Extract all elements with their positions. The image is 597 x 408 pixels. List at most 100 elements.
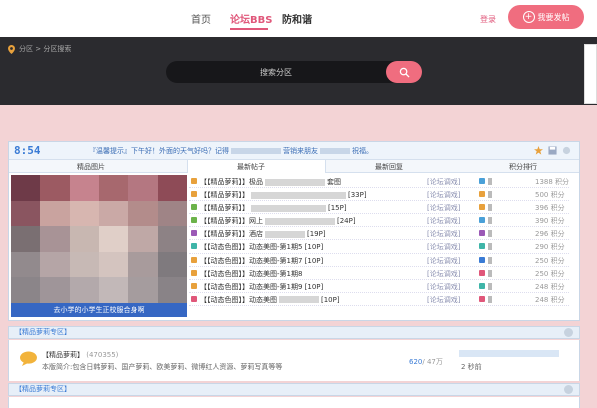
tab-latest-posts[interactable]: 最新帖子	[237, 162, 265, 172]
login-link[interactable]: 登录	[480, 14, 496, 25]
post-title[interactable]: 【【精品萝莉】】极品 套图	[200, 177, 341, 187]
post-type-icon	[191, 295, 197, 302]
post-title[interactable]: 【【精品萝莉】】 [15P]	[200, 203, 347, 213]
forum-today: 620	[409, 358, 423, 366]
post-title-text[interactable]: 【【精品萝莉】】	[200, 191, 249, 199]
forum-row[interactable]: 【精品萝莉】 (470355) 本版简介:包含日韩萝莉、国产萝莉、欧美萝莉、微博…	[8, 340, 580, 381]
plus-icon: +	[522, 11, 535, 23]
post-title[interactable]: 【【动态色图】】动态美图-第1期8	[200, 269, 302, 279]
post-row[interactable]: 【【动态色图】】动态美图-第1期5 [10P] [论坛调戏] 290 积分	[189, 240, 569, 254]
post-row[interactable]: 【【精品萝莉】】极品 套图 [论坛调戏] 1388 积分	[189, 175, 569, 189]
post-type-icon	[191, 243, 197, 250]
post-title[interactable]: 【【精品萝莉】】 [33P]	[200, 190, 367, 200]
top-nav: 首页 论坛BBS 防和谐 登录 + 我要发帖	[0, 0, 597, 37]
post-title[interactable]: 【【动态色图】】动态美图 [10P]	[200, 295, 340, 305]
nav-defense[interactable]: 防和谐	[282, 11, 312, 26]
user-level-icon	[479, 204, 485, 211]
post-category[interactable]: [论坛调戏]	[427, 229, 460, 239]
post-title[interactable]: 【【精品萝莉】】网上 [24P]	[200, 216, 356, 226]
post-title-blur	[251, 204, 326, 212]
tab-points-ranking[interactable]: 积分排行	[509, 162, 537, 172]
user-score: 250 积分	[535, 269, 565, 278]
section-header-2[interactable]: 【精品萝莉专区】	[8, 383, 580, 396]
user-score: 250 积分	[535, 256, 565, 265]
post-type-icon	[191, 282, 197, 289]
forum-stats: 620/ 47万	[409, 357, 443, 367]
settings-icon[interactable]	[562, 146, 571, 155]
post-category[interactable]: [论坛调戏]	[427, 282, 460, 292]
forum-title[interactable]: 【精品萝莉】	[42, 351, 84, 359]
new-post-button[interactable]: + 我要发帖	[508, 5, 584, 29]
post-category[interactable]: [论坛调戏]	[427, 256, 460, 266]
section-header[interactable]: 【精品萝莉专区】	[8, 326, 580, 339]
forum-name[interactable]: 【精品萝莉】 (470355)	[42, 350, 118, 360]
post-row[interactable]: 【【动态色图】】动态美图-第1期9 [10P] [论坛调戏] 248 积分	[189, 280, 569, 293]
user-level-icon	[479, 230, 485, 237]
post-category[interactable]: [论坛调戏]	[427, 242, 460, 252]
nav-home[interactable]: 首页	[191, 11, 211, 26]
search-placeholder: 搜索分区	[260, 67, 292, 77]
panel-header: 8:54 『温馨提示』下午好！外面的天气好吗？记得 营销来朋友 祝福。	[9, 142, 579, 160]
post-row[interactable]: 【【精品萝莉】】 [15P] [论坛调戏] 396 积分	[189, 201, 569, 215]
post-title-text[interactable]: 【【精品萝莉】】极品	[200, 178, 263, 186]
tab-latest-replies[interactable]: 最新回复	[375, 162, 403, 172]
post-title[interactable]: 【【动态色图】】动态美图-第1期9 [10P]	[200, 282, 323, 292]
post-title-text[interactable]: 【【精品萝莉】】酒店	[200, 230, 263, 238]
post-title-text[interactable]: 【【精品萝莉】】网上	[200, 217, 263, 225]
post-title-blur	[251, 191, 346, 199]
tip-middle: 营销来朋友	[283, 147, 318, 155]
tip-prefix: 『温馨提示』下午好！外面的天气好吗？记得	[89, 147, 229, 155]
post-title[interactable]: 【【动态色图】】动态美图-第1期5 [10P]	[200, 242, 323, 252]
user-level-icon	[479, 282, 485, 289]
post-title-text[interactable]: 【【动态色图】】动态美图	[200, 296, 277, 304]
side-popup	[584, 44, 597, 104]
post-category[interactable]: [论坛调戏]	[427, 203, 460, 213]
nav-bbs[interactable]: 论坛BBS	[230, 11, 272, 26]
user-level-icon	[479, 269, 485, 276]
section-title-2: 【精品萝莉专区】	[15, 385, 71, 393]
post-title-text[interactable]: 【【动态色图】】动态美图-第1期7 [10P]	[200, 257, 323, 265]
panel-tabs: 精品图片 最新帖子 最新回复 积分排行	[9, 160, 579, 173]
post-type-icon	[191, 269, 197, 276]
user-score: 296 积分	[535, 230, 565, 239]
post-category[interactable]: [论坛调戏]	[427, 177, 460, 187]
user-score: 396 积分	[535, 204, 565, 213]
post-category[interactable]: [论坛调戏]	[427, 190, 460, 200]
post-title-blur	[279, 296, 319, 304]
post-title-text[interactable]: 【【精品萝莉】】	[200, 204, 249, 212]
last-post-blur	[459, 350, 559, 357]
collapse-icon[interactable]	[564, 328, 573, 337]
last-post-time: 2 秒前	[461, 363, 482, 371]
breadcrumb: 分区 > 分区搜索	[8, 44, 71, 54]
image-caption[interactable]: 去小学的小学生正校服合身啊	[11, 303, 187, 317]
tip-blur-2	[320, 148, 350, 154]
post-title[interactable]: 【【精品萝莉】】酒店 [19P]	[200, 229, 326, 239]
post-row[interactable]: 【【动态色图】】动态美图-第1期7 [10P] [论坛调戏] 250 积分	[189, 254, 569, 267]
collapse-icon-2[interactable]	[564, 385, 573, 394]
post-title-text[interactable]: 【【动态色图】】动态美图-第1期8	[200, 270, 302, 278]
post-category[interactable]: [论坛调戏]	[427, 216, 460, 226]
save-icon[interactable]	[548, 146, 557, 155]
username-blur	[488, 191, 492, 199]
post-category[interactable]: [论坛调戏]	[427, 269, 460, 279]
post-title-text[interactable]: 【【动态色图】】动态美图-第1期9 [10P]	[200, 283, 323, 291]
post-row[interactable]: 【【动态色图】】动态美图-第1期8 [论坛调戏] 250 积分	[189, 267, 569, 280]
post-title[interactable]: 【【动态色图】】动态美图-第1期7 [10P]	[200, 256, 323, 266]
post-title-text[interactable]: 【【动态色图】】动态美图-第1期5 [10P]	[200, 243, 323, 251]
breadcrumb-text[interactable]: 分区 > 分区搜索	[19, 44, 71, 54]
post-row[interactable]: 【【动态色图】】动态美图 [10P] [论坛调戏] 248 积分	[189, 293, 569, 306]
post-row[interactable]: 【【精品萝莉】】酒店 [19P] [论坛调戏] 296 积分	[189, 227, 569, 241]
featured-image[interactable]: 去小学的小学生正校服合身啊	[11, 175, 187, 317]
section-title: 【精品萝莉专区】	[15, 328, 71, 336]
post-category[interactable]: [论坛调戏]	[427, 295, 460, 305]
post-list: 【【精品萝莉】】极品 套图 [论坛调戏] 1388 积分 【【精品萝莉】】 [33P] [论…	[189, 175, 569, 306]
search-input[interactable]: 搜索分区	[166, 61, 422, 83]
forum-total: / 47万	[422, 358, 443, 366]
post-type-icon	[191, 256, 197, 263]
star-icon[interactable]	[534, 146, 543, 155]
tab-featured-images[interactable]: 精品图片	[77, 162, 105, 172]
user-level-icon	[479, 295, 485, 302]
post-row[interactable]: 【【精品萝莉】】 [33P] [论坛调戏] 500 积分	[189, 188, 569, 202]
search-button[interactable]	[386, 61, 422, 83]
post-row[interactable]: 【【精品萝莉】】网上 [24P] [论坛调戏] 390 积分	[189, 214, 569, 228]
